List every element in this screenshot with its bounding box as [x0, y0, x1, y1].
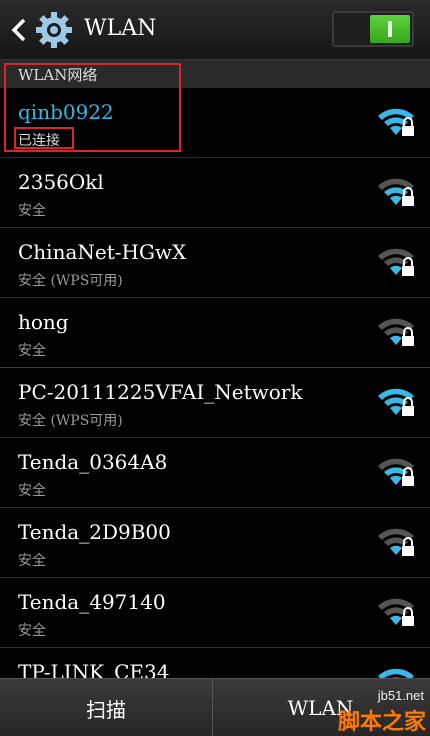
network-status: 安全: [18, 203, 46, 219]
network-ssid: 2356Okl: [18, 170, 104, 194]
network-row[interactable]: Tenda_0364A8 安全: [0, 438, 430, 508]
network-status: 安全: [18, 553, 46, 569]
network-row[interactable]: hong 安全: [0, 298, 430, 368]
network-status: 安全: [18, 623, 46, 639]
scan-button[interactable]: 扫描: [0, 679, 213, 736]
network-row[interactable]: Tenda_497140 安全: [0, 578, 430, 648]
toggle-knob: [370, 15, 410, 43]
network-row[interactable]: PC-20111225VFAI_Network 安全 (WPS可用): [0, 368, 430, 438]
watermark-url: jb51.net: [377, 688, 424, 703]
network-ssid: ChinaNet-HGwX: [18, 240, 187, 264]
network-status: 安全: [18, 343, 46, 359]
watermark-name: 脚本之家: [337, 710, 426, 735]
network-status: 安全 (WPS可用): [18, 413, 123, 429]
wifi-lock-icon: [378, 178, 414, 206]
watermark: jb51.net 脚本之家: [318, 688, 430, 736]
network-ssid: Tenda_0364A8: [18, 450, 168, 474]
wifi-lock-icon: [378, 108, 414, 136]
wifi-lock-icon: [378, 248, 414, 276]
wifi-lock-icon: [378, 318, 414, 346]
page-title: WLAN: [84, 16, 157, 41]
gear-icon: [36, 12, 72, 48]
network-row[interactable]: 2356Okl 安全: [0, 158, 430, 228]
network-status: 安全: [18, 483, 46, 499]
wlan-toggle[interactable]: [332, 11, 414, 47]
network-ssid: Tenda_497140: [18, 590, 166, 614]
network-row[interactable]: ChinaNet-HGwX 安全 (WPS可用): [0, 228, 430, 298]
action-bar: WLAN: [0, 0, 430, 60]
annotation-box-status: [14, 127, 74, 149]
network-row[interactable]: Tenda_2D9B00 安全: [0, 508, 430, 578]
network-ssid: Tenda_2D9B00: [18, 520, 171, 544]
network-status: 安全 (WPS可用): [18, 273, 123, 289]
wifi-lock-icon: [378, 598, 414, 626]
wifi-lock-icon: [378, 388, 414, 416]
network-ssid: PC-20111225VFAI_Network: [18, 380, 303, 404]
back-arrow-icon[interactable]: [8, 16, 32, 44]
network-list: qinb0922 已连接 2356Okl 安全 ChinaNet-HGwX 安全…: [0, 88, 430, 718]
wifi-lock-icon: [378, 528, 414, 556]
wifi-lock-icon: [378, 458, 414, 486]
network-ssid: hong: [18, 310, 69, 334]
